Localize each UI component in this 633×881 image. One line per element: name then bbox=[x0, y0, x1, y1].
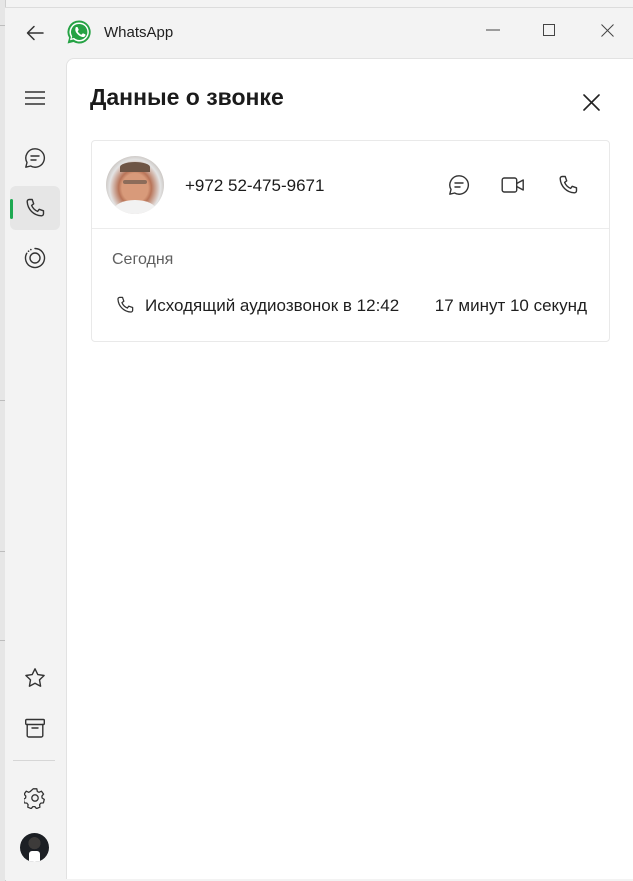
avatar-glasses bbox=[123, 180, 147, 184]
phone-icon bbox=[115, 295, 135, 315]
video-camera-icon bbox=[501, 177, 524, 193]
maximize-button[interactable] bbox=[529, 12, 569, 48]
whatsapp-logo-icon bbox=[65, 18, 93, 46]
phone-icon bbox=[26, 198, 45, 217]
sidebar-divider bbox=[13, 760, 55, 761]
arrow-left-icon bbox=[26, 25, 44, 41]
sidebar-item-status[interactable] bbox=[10, 236, 60, 280]
call-log-item: Исходящий аудиозвонок в 12:42 17 минут 1… bbox=[92, 293, 609, 319]
chat-bubble-icon bbox=[25, 148, 46, 168]
call-details-panel: Данные о звонке +972 52-475-9671 Сегодня… bbox=[66, 58, 633, 879]
video-call-button[interactable] bbox=[497, 169, 529, 201]
chat-bubble-icon bbox=[449, 175, 470, 195]
back-button[interactable] bbox=[19, 18, 51, 48]
minimize-icon bbox=[486, 29, 500, 31]
profile-avatar[interactable] bbox=[20, 833, 49, 862]
gear-icon bbox=[24, 788, 45, 809]
sidebar-item-archived[interactable] bbox=[10, 706, 60, 750]
avatar-hair bbox=[120, 162, 150, 172]
voice-call-button[interactable] bbox=[552, 169, 584, 201]
star-icon bbox=[25, 668, 45, 687]
contact-avatar[interactable] bbox=[106, 156, 164, 214]
message-button[interactable] bbox=[443, 169, 475, 201]
sidebar-item-settings[interactable] bbox=[10, 776, 60, 820]
contact-phone-number[interactable]: +972 52-475-9671 bbox=[185, 176, 324, 196]
call-duration: 17 минут 10 секунд bbox=[434, 296, 587, 315]
hamburger-icon bbox=[25, 91, 45, 105]
avatar-shirt bbox=[114, 200, 156, 214]
call-description: Исходящий аудиозвонок в 12:42 bbox=[145, 296, 400, 315]
close-icon bbox=[582, 93, 600, 111]
close-icon bbox=[600, 23, 614, 37]
close-panel-button[interactable] bbox=[575, 86, 607, 118]
title-bar[interactable]: WhatsApp bbox=[5, 8, 633, 58]
active-indicator bbox=[10, 199, 13, 219]
whatsapp-window: WhatsApp Данные о звонке +972 52-475-967… bbox=[5, 7, 633, 880]
app-title: WhatsApp bbox=[104, 24, 174, 41]
date-section-label: Сегодня bbox=[112, 251, 174, 268]
sidebar-item-chats[interactable] bbox=[10, 136, 60, 180]
sidebar-item-calls[interactable] bbox=[10, 186, 60, 230]
sidebar-item-starred[interactable] bbox=[10, 656, 60, 700]
status-ring-icon bbox=[24, 247, 46, 269]
maximize-icon bbox=[543, 24, 555, 36]
close-window-button[interactable] bbox=[587, 12, 627, 48]
sidebar-item-menu[interactable] bbox=[10, 76, 60, 120]
page-title: Данные о звонке bbox=[90, 84, 284, 110]
sidebar bbox=[5, 58, 65, 880]
archive-icon bbox=[25, 718, 46, 738]
call-details-card: +972 52-475-9671 Сегодня Исходящий аудио… bbox=[91, 140, 610, 342]
contact-header: +972 52-475-9671 bbox=[92, 141, 609, 229]
phone-icon bbox=[559, 175, 578, 194]
minimize-button[interactable] bbox=[473, 12, 513, 48]
